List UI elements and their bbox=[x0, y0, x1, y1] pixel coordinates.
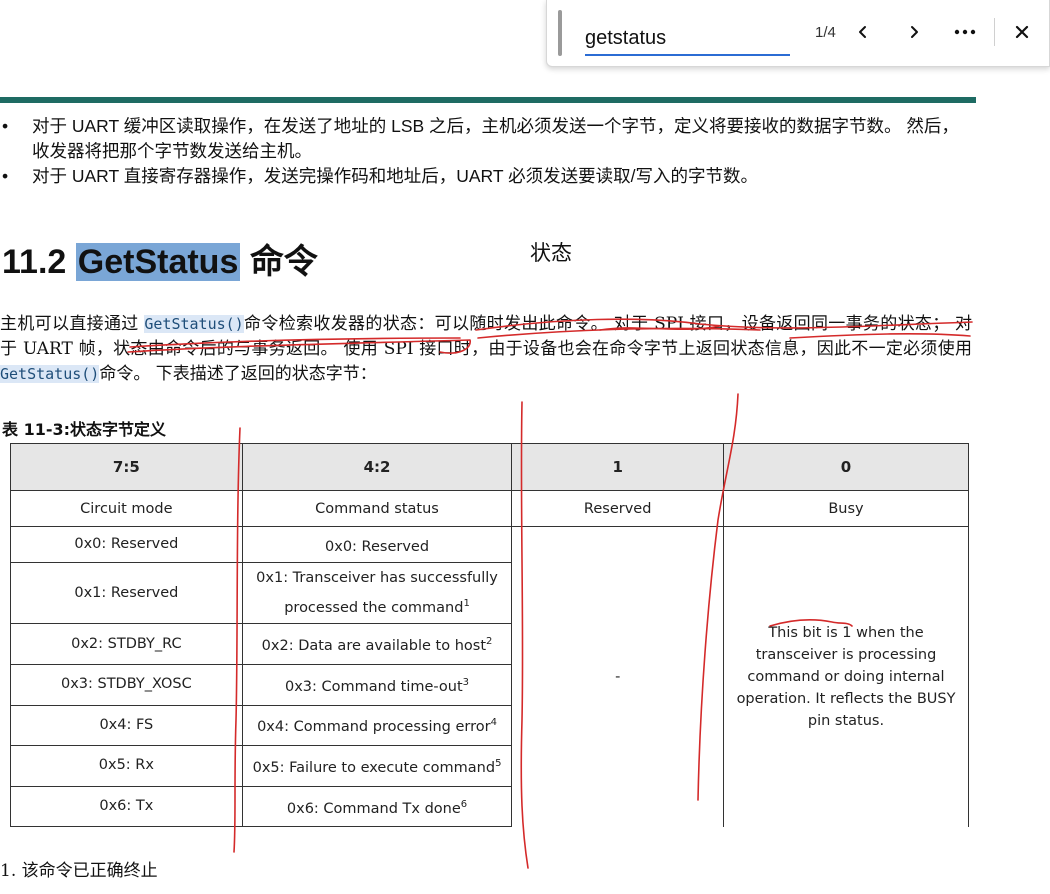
chevron-right-icon bbox=[911, 26, 918, 38]
footnote-ref: 5 bbox=[495, 757, 502, 769]
footnote-ref: 4 bbox=[490, 717, 497, 729]
status-cell: 0x3: Command time-out3 bbox=[241, 663, 513, 706]
mode-cell: 0x6: Tx bbox=[10, 785, 243, 828]
status-cell: 0x4: Command processing error4 bbox=[241, 704, 513, 746]
code-getstatus: GetStatus() bbox=[0, 365, 100, 383]
chevron-left-icon bbox=[859, 26, 866, 38]
subheader-cell: Busy bbox=[723, 490, 969, 528]
header-cell: 1 bbox=[511, 442, 725, 492]
bullet-list: • 对于 UART 缓冲区读取操作，在发送了地址的 LSB 之后，主机必须发送一… bbox=[0, 114, 970, 189]
bullet-marker: • bbox=[2, 116, 9, 136]
mode-cell: 0x0: Reserved bbox=[10, 526, 243, 564]
footnote-ref: 2 bbox=[486, 636, 493, 648]
section-title-rest: 命令 bbox=[249, 243, 318, 281]
mode-cell: 0x2: STDBY_RC bbox=[10, 623, 243, 665]
footnote: 1. 该命令已正确终止 bbox=[0, 861, 158, 881]
mode-cell: 0x5: Rx bbox=[10, 744, 243, 787]
section-heading: 11.2 GetStatus 命令 bbox=[2, 236, 318, 288]
match-count: 1/4 bbox=[815, 24, 836, 41]
status-text: 0x5: Failure to execute command bbox=[252, 759, 496, 776]
table-subheader-row: Circuit mode Command status Reserved Bus… bbox=[10, 490, 969, 528]
table-header-row: 7:5 4:2 1 0 bbox=[10, 442, 969, 492]
status-text: 0x6: Command Tx done bbox=[286, 800, 461, 817]
body-paragraph: 主机可以直接通过 GetStatus()命令检索收发器的状态：可以随时发出此命令… bbox=[0, 312, 972, 387]
section-number: 11.2 bbox=[2, 243, 67, 281]
more-options-icon bbox=[954, 29, 976, 35]
find-bar: 1/4 bbox=[546, 0, 1050, 67]
status-cell: 0x0: Reserved bbox=[241, 526, 513, 564]
subheader-cell: Circuit mode bbox=[10, 490, 243, 528]
close-icon bbox=[1015, 25, 1029, 39]
paragraph-text: 主机可以直接通过 bbox=[0, 314, 145, 334]
find-input[interactable] bbox=[585, 20, 790, 56]
paragraph-text: 命令。 下表描述了返回的状态字节： bbox=[99, 364, 377, 384]
close-find-button[interactable] bbox=[1008, 18, 1036, 46]
bullet-item: • 对于 UART 缓冲区读取操作，在发送了地址的 LSB 之后，主机必须发送一… bbox=[0, 114, 970, 164]
table-row: 0x0: Reserved 0x0: Reserved - This bit i… bbox=[10, 526, 969, 827]
more-options-button[interactable] bbox=[951, 18, 979, 46]
next-match-button[interactable] bbox=[900, 18, 928, 46]
subheader-cell: Reserved bbox=[511, 490, 725, 528]
reserved-cell: - bbox=[511, 526, 725, 827]
handwritten-annotation: 状态 bbox=[530, 241, 572, 265]
status-text: 0x1: Transceiver has successfully proces… bbox=[256, 569, 498, 616]
footnote-ref: 3 bbox=[462, 676, 470, 688]
status-text: 0x2: Data are available to host bbox=[261, 637, 487, 654]
busy-cell: This bit is 1 when the transceiver is pr… bbox=[723, 526, 969, 827]
find-bar-accent bbox=[558, 10, 562, 56]
status-text: 0x3: Command time-out bbox=[285, 678, 463, 695]
subheader-cell: Command status bbox=[241, 490, 513, 528]
status-text: 0x4: Command processing error bbox=[257, 719, 491, 736]
previous-match-button[interactable] bbox=[849, 18, 877, 46]
find-bar-separator bbox=[994, 18, 995, 46]
busy-description: This bit is 1 when the transceiver is pr… bbox=[736, 624, 956, 729]
section-divider bbox=[0, 97, 976, 103]
mode-cell: 0x3: STDBY_XOSC bbox=[10, 663, 243, 706]
status-cell: 0x2: Data are available to host2 bbox=[241, 623, 513, 665]
status-cell: 0x1: Transceiver has successfully proces… bbox=[241, 562, 513, 625]
bullet-marker: • bbox=[2, 166, 9, 186]
search-highlight: GetStatus bbox=[75, 243, 241, 281]
bullet-text: 对于 UART 直接寄存器操作，发送完操作码和地址后，UART 必须发送要读取/… bbox=[32, 166, 758, 186]
mode-cell: 0x4: FS bbox=[10, 704, 243, 746]
code-getstatus: GetStatus() bbox=[144, 315, 244, 333]
bullet-text: 对于 UART 缓冲区读取操作，在发送了地址的 LSB 之后，主机必须发送一个字… bbox=[32, 116, 959, 161]
status-cell: 0x6: Command Tx done6 bbox=[241, 785, 513, 828]
status-text: 0x0: Reserved bbox=[325, 538, 430, 555]
status-cell: 0x5: Failure to execute command5 bbox=[241, 744, 513, 787]
header-cell: 7:5 bbox=[10, 442, 243, 492]
header-cell: 0 bbox=[723, 442, 969, 492]
mode-cell: 0x1: Reserved bbox=[10, 562, 243, 625]
header-cell: 4:2 bbox=[241, 442, 513, 492]
footnote-ref: 6 bbox=[460, 798, 468, 810]
footnote-ref: 1 bbox=[463, 597, 470, 609]
bullet-item: • 对于 UART 直接寄存器操作，发送完操作码和地址后，UART 必须发送要读… bbox=[0, 164, 970, 189]
status-byte-table: 7:5 4:2 1 0 Circuit mode Command status … bbox=[10, 442, 969, 828]
table-caption: 表 11-3:状态字节定义 bbox=[2, 420, 167, 439]
